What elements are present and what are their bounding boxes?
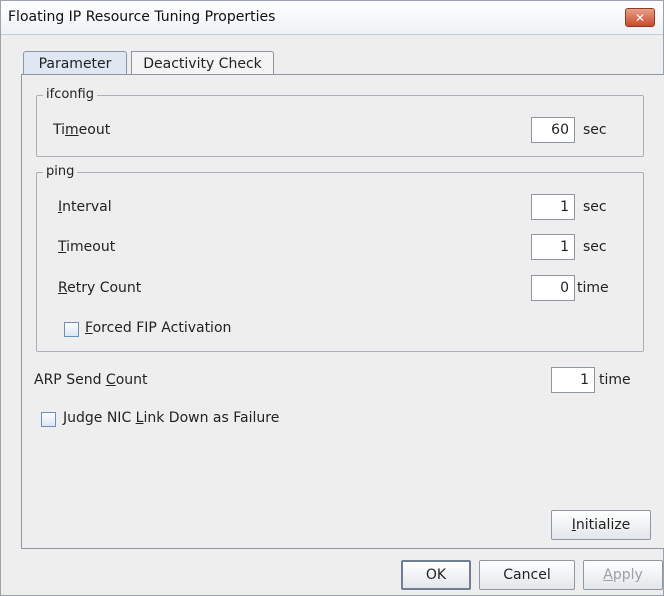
cancel-button-label: Cancel [503,567,551,583]
tab-parameter-label: Parameter [38,55,112,72]
ping-group: ping Interval 1 sec Timeout 1 sec Retry … [36,164,644,352]
ping-legend: ping [43,164,78,179]
title-bar[interactable]: Floating IP Resource Tuning Properties ✕ [1,1,663,35]
ping-timeout-unit: sec [583,239,607,255]
ping-interval-input[interactable]: 1 [531,194,575,220]
ping-timeout-label: Timeout [58,239,116,255]
initialize-button-label: Initialize [571,517,631,533]
forced-fip-activation-checkbox[interactable] [64,322,79,337]
ifconfig-timeout-unit: sec [583,122,607,138]
initialize-button[interactable]: Initialize [551,510,651,540]
arp-send-count-unit: time [599,372,631,388]
ping-interval-unit: sec [583,199,607,215]
ping-retry-count-unit: time [577,280,609,296]
judge-nic-link-down-label: Judge NIC Link Down as Failure [63,410,280,426]
ok-button[interactable]: OK [401,560,471,590]
tab-deactivity-check-label: Deactivity Check [143,55,262,72]
ifconfig-timeout-input[interactable]: 60 [531,117,575,143]
tab-parameter[interactable]: Parameter [23,51,127,75]
ifconfig-group: ifconfig Timeout 60 sec [36,87,644,157]
close-button[interactable]: ✕ [625,8,655,27]
arp-send-count-label: ARP Send Count [34,372,148,388]
ok-button-label: OK [425,567,447,583]
ifconfig-legend: ifconfig [43,87,97,102]
ping-retry-count-label: Retry Count [58,280,142,296]
close-icon: ✕ [634,10,646,25]
ping-retry-count-input[interactable]: 0 [531,275,575,301]
dialog-window: Floating IP Resource Tuning Properties ✕… [0,0,664,596]
cancel-button[interactable]: Cancel [479,560,575,590]
forced-fip-activation-label: Forced FIP Activation [85,320,232,336]
judge-nic-link-down-checkbox[interactable] [41,412,56,427]
tab-deactivity-check[interactable]: Deactivity Check [131,51,274,75]
ping-interval-label: Interval [58,199,112,215]
ping-timeout-input[interactable]: 1 [531,234,575,260]
window-title: Floating IP Resource Tuning Properties [8,9,276,25]
arp-send-count-input[interactable]: 1 [551,367,595,393]
ifconfig-timeout-label: Timeout [53,122,111,138]
apply-button-label: Apply [603,567,643,583]
apply-button[interactable]: Apply [583,560,663,590]
parameter-panel: ifconfig Timeout 60 sec ping Interval 1 … [21,74,664,549]
